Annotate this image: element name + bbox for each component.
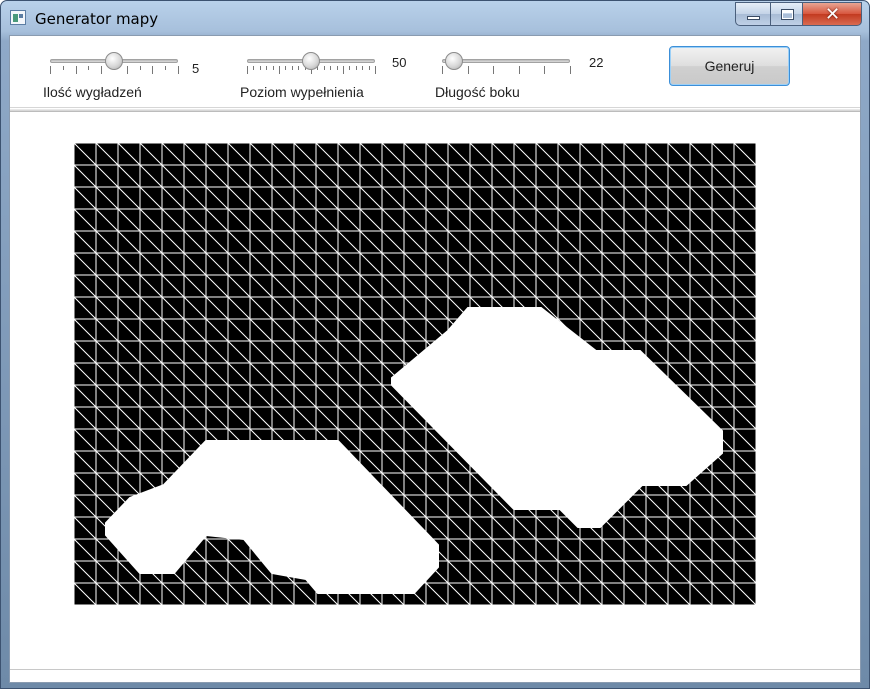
slider-tick xyxy=(178,66,179,74)
slider-tick xyxy=(273,66,274,70)
side-length-slider-thumb[interactable] xyxy=(445,52,463,70)
title-bar[interactable]: Generator mapy ✕ xyxy=(1,1,869,35)
slider-tick xyxy=(88,66,89,70)
slider-tick xyxy=(50,66,51,74)
generate-button[interactable]: Generuj xyxy=(669,46,790,86)
toolbar: 5 Ilość wygładzeń 50 Poziom wypełnienia … xyxy=(10,36,860,108)
slider-tick xyxy=(279,66,280,74)
side-length-label: Długość boku xyxy=(435,84,520,100)
close-button[interactable]: ✕ xyxy=(802,2,862,26)
slider-tick xyxy=(343,66,344,74)
slider-tick xyxy=(544,66,545,74)
slider-tick xyxy=(330,66,331,70)
triangulated-map xyxy=(74,143,756,605)
smoothing-slider-thumb[interactable] xyxy=(105,52,123,70)
window-title: Generator mapy xyxy=(35,10,159,28)
side-length-value: 22 xyxy=(589,55,604,70)
fill-level-slider-group: 50 Poziom wypełnienia xyxy=(239,46,419,106)
side-length-slider-ticks xyxy=(442,66,571,76)
split-divider[interactable] xyxy=(10,109,860,112)
slider-tick xyxy=(442,66,443,74)
slider-tick xyxy=(298,66,299,70)
slider-tick xyxy=(349,66,350,70)
minimize-button[interactable] xyxy=(735,2,771,26)
slider-tick xyxy=(253,66,254,70)
slider-tick xyxy=(140,66,141,70)
slider-tick xyxy=(369,66,370,70)
slider-tick xyxy=(292,66,293,70)
fill-level-slider-thumb[interactable] xyxy=(302,52,320,70)
slider-tick xyxy=(127,66,128,74)
slider-tick xyxy=(468,66,469,74)
client-area: 5 Ilość wygładzeń 50 Poziom wypełnienia … xyxy=(9,35,861,683)
slider-tick xyxy=(165,66,166,70)
slider-tick xyxy=(63,66,64,70)
slider-tick xyxy=(362,66,363,70)
smoothing-label: Ilość wygładzeń xyxy=(43,84,142,100)
smoothing-value: 5 xyxy=(192,61,200,76)
slider-tick xyxy=(493,66,494,74)
close-icon: ✕ xyxy=(825,4,841,25)
slider-tick xyxy=(519,66,520,74)
maximize-button[interactable] xyxy=(770,2,803,26)
maximize-icon xyxy=(781,9,794,20)
slider-tick xyxy=(260,66,261,70)
minimize-icon xyxy=(747,16,760,20)
slider-tick xyxy=(356,66,357,70)
map-canvas xyxy=(10,113,860,669)
slider-tick xyxy=(285,66,286,70)
slider-tick xyxy=(266,66,267,70)
slider-tick xyxy=(247,66,248,74)
slider-tick xyxy=(324,66,325,70)
slider-tick xyxy=(101,66,102,74)
smoothing-slider-group: 5 Ilość wygładzeń xyxy=(42,46,222,106)
fill-level-label: Poziom wypełnienia xyxy=(240,84,364,100)
app-window: Generator mapy ✕ 5 Ilość wygładzeń 50 Po… xyxy=(0,0,870,689)
bottom-divider xyxy=(10,669,860,670)
slider-tick xyxy=(76,66,77,74)
side-length-slider-group: 22 Długość boku xyxy=(434,46,614,106)
app-icon xyxy=(10,10,26,25)
slider-tick xyxy=(337,66,338,70)
slider-tick xyxy=(375,66,376,74)
slider-tick xyxy=(570,66,571,74)
slider-tick xyxy=(152,66,153,74)
fill-level-value: 50 xyxy=(392,55,407,70)
